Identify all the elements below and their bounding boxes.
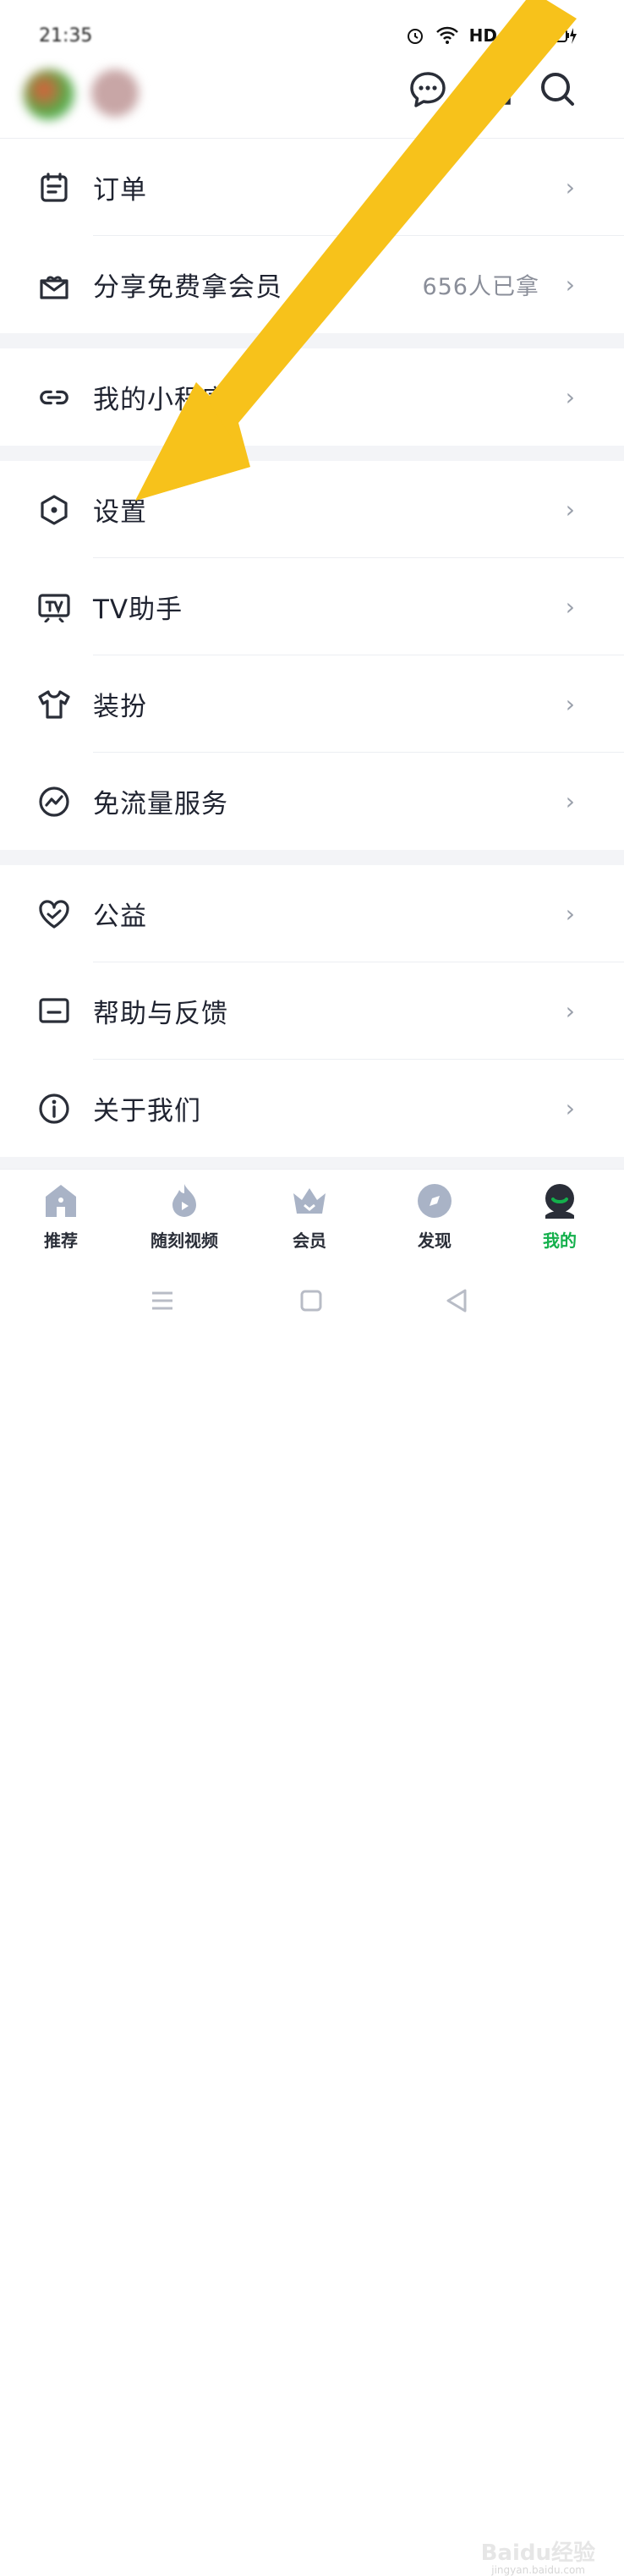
order-icon (37, 171, 71, 205)
menu-item-settings[interactable]: 设置 › (0, 461, 624, 558)
info-icon (37, 1092, 71, 1126)
share-count-text: 656人已拿 (422, 274, 539, 300)
menu-item-free-traffic[interactable]: 免流量服务 › (0, 753, 624, 850)
chevron-right-icon: › (565, 593, 575, 621)
mini-program-icon (37, 381, 71, 414)
menu-item-share-vip[interactable]: 分享免费拿会员 656人已拿 › (0, 236, 624, 333)
menu-item-charity[interactable]: 公益 › (0, 865, 624, 962)
traffic-free-icon (37, 785, 71, 819)
bottom-tab-bar: 推荐 随刻视频 会员 发现 我的 (0, 1169, 624, 1263)
alarm-icon (407, 29, 423, 44)
message-icon[interactable] (408, 69, 448, 110)
home-icon (46, 1185, 76, 1217)
profile-icon (545, 1184, 574, 1219)
tab-recommend[interactable]: 推荐 (10, 1181, 112, 1252)
chevron-right-icon: › (565, 383, 575, 411)
home-nav-icon[interactable] (294, 1284, 328, 1318)
menu-item-label: 帮助与反馈 (93, 999, 228, 1029)
section-divider (0, 850, 624, 865)
profile-header (0, 51, 624, 135)
menu-item-help-feedback[interactable]: 帮助与反馈 › (0, 962, 624, 1060)
menu-item-label: 订单 (93, 175, 147, 206)
watermark-url: jingyan.baidu.com (491, 2564, 585, 2576)
wifi-icon (435, 26, 458, 44)
tab-mine[interactable]: 我的 (509, 1181, 610, 1252)
tv-icon (37, 590, 71, 624)
chevron-right-icon: › (565, 271, 575, 299)
chevron-right-icon: › (565, 496, 575, 523)
network-label: HD (468, 25, 497, 46)
menu-item-tv-assistant[interactable]: TV助手 › (0, 558, 624, 655)
menu-item-label: 我的小程序 (93, 385, 228, 415)
battery-icon (540, 28, 577, 44)
status-icons: HD (405, 25, 577, 46)
tab-label: 会员 (293, 1230, 326, 1251)
tab-label: 发现 (418, 1230, 452, 1251)
tab-vip[interactable]: 会员 (259, 1181, 360, 1252)
chevron-right-icon: › (565, 690, 575, 718)
crown-icon (293, 1188, 326, 1214)
tab-label: 随刻视频 (151, 1230, 218, 1251)
back-nav-icon[interactable] (440, 1284, 473, 1318)
menu-item-label: 分享免费拿会员 (93, 272, 282, 303)
chevron-right-icon: › (565, 173, 575, 201)
system-navigation-bar: Baidu经验 jingyan.baidu.com (0, 1262, 624, 2576)
menu-item-mini-programs[interactable]: 我的小程序 › (0, 348, 624, 446)
chevron-right-icon: › (565, 900, 575, 928)
menu-item-orders[interactable]: 订单 › (0, 139, 624, 236)
chevron-right-icon: › (565, 1094, 575, 1122)
tab-label: 我的 (543, 1230, 577, 1251)
chevron-right-icon: › (565, 997, 575, 1025)
shirt-icon (37, 688, 71, 721)
menu-item-about-us[interactable]: 关于我们 › (0, 1060, 624, 1157)
flame-video-icon (172, 1184, 196, 1217)
search-icon[interactable] (538, 69, 578, 110)
menu-item-dress-up[interactable]: 装扮 › (0, 655, 624, 753)
settings-icon (37, 493, 71, 527)
signal-icon (509, 29, 528, 44)
scan-icon[interactable] (473, 69, 514, 110)
avatar[interactable] (24, 69, 74, 120)
watermark-text: Baidu经验 (480, 2540, 595, 2566)
section-divider (0, 333, 624, 348)
feedback-icon (37, 995, 71, 1028)
menu-item-label: 关于我们 (93, 1096, 201, 1126)
menu-item-label: 公益 (93, 902, 147, 932)
section-divider (0, 446, 624, 461)
tab-suike-video[interactable]: 随刻视频 (134, 1181, 235, 1252)
menu-nav-icon[interactable] (145, 1284, 179, 1318)
menu-item-label: 免流量服务 (93, 789, 228, 819)
username-blur[interactable] (91, 69, 139, 117)
share-gift-icon (37, 268, 71, 302)
menu-item-label: 装扮 (93, 692, 147, 722)
menu-item-label: 设置 (93, 497, 147, 528)
status-time: 21:35 (39, 25, 93, 47)
tab-discover[interactable]: 发现 (384, 1181, 485, 1252)
chevron-right-icon: › (565, 787, 575, 815)
compass-icon (418, 1184, 452, 1218)
menu-item-label: TV助手 (93, 595, 183, 625)
tab-label: 推荐 (44, 1230, 78, 1251)
charity-heart-icon (37, 897, 71, 931)
settings-menu-list: 订单 › 分享免费拿会员 656人已拿 › 我的小程序 › 设置 › TV助手 … (0, 138, 624, 1172)
